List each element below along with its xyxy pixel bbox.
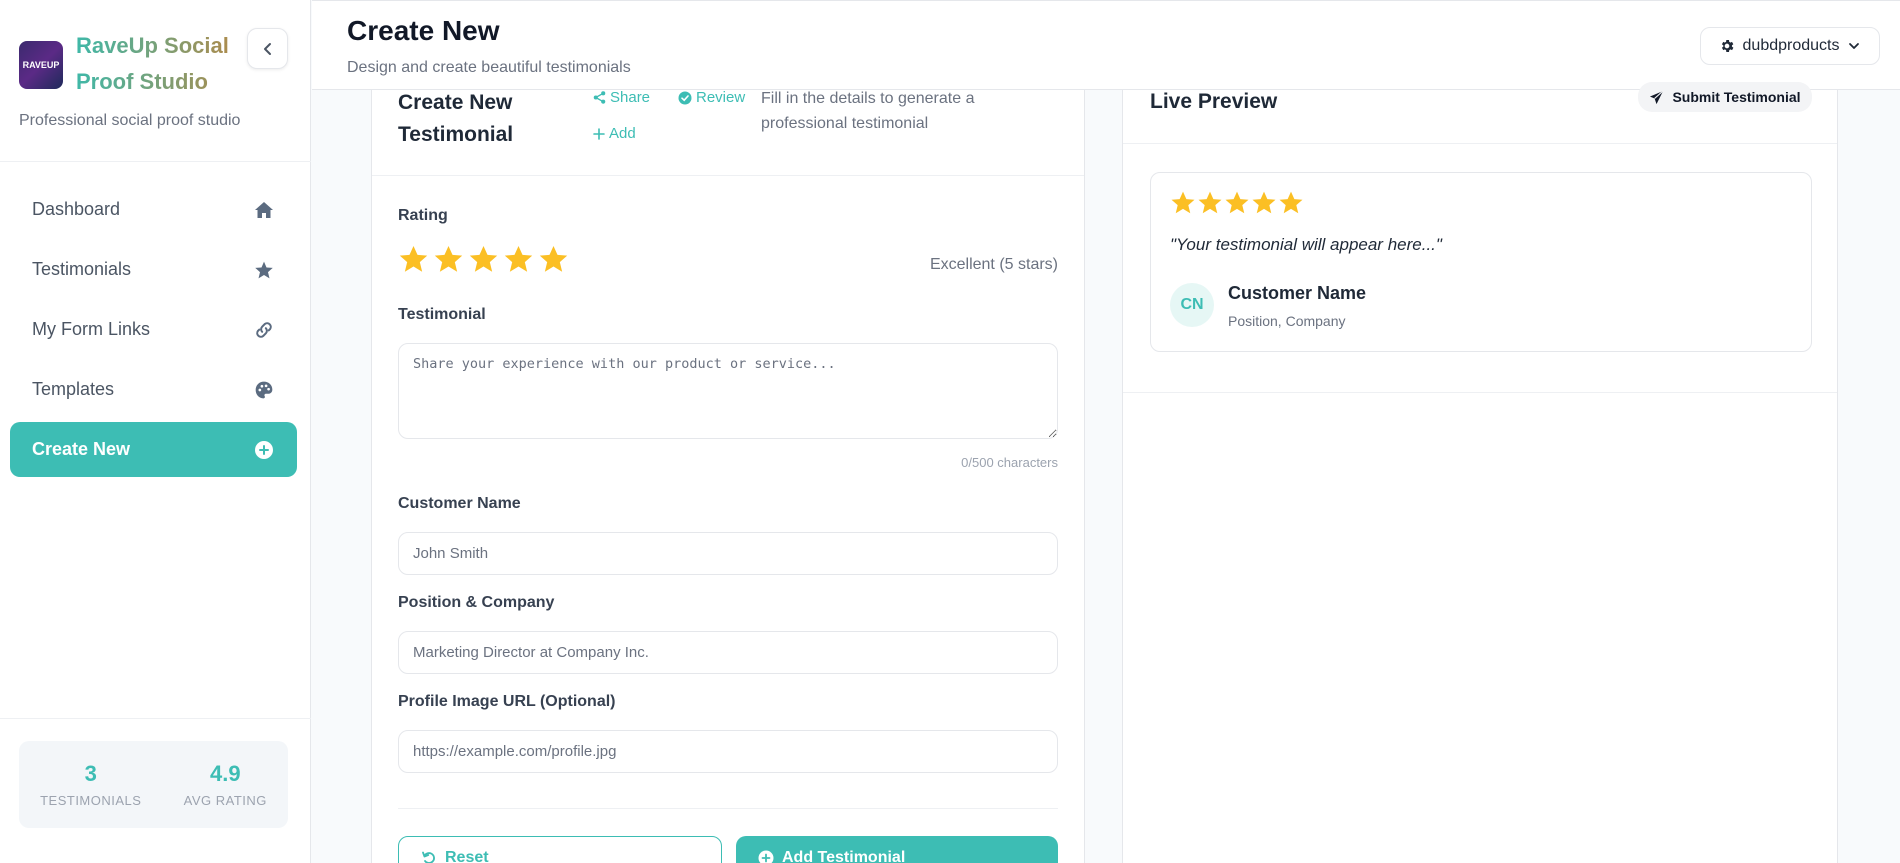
sidebar-item-label: Testimonials bbox=[32, 259, 132, 279]
stat-avg-rating: 4.9 AVG RATING bbox=[184, 761, 267, 808]
star-icon[interactable] bbox=[503, 244, 534, 275]
preview-quote: "Your testimonial will appear here..." bbox=[1170, 235, 1442, 254]
star-icon[interactable] bbox=[468, 244, 499, 275]
customer-name-input[interactable] bbox=[398, 532, 1058, 575]
stats-panel: 3 TESTIMONIALS 4.9 AVG RATING bbox=[19, 741, 288, 828]
star-icon bbox=[1225, 191, 1249, 214]
plus-circle-icon bbox=[253, 439, 275, 461]
add-testimonial-button[interactable]: Add Testimonial bbox=[736, 836, 1058, 863]
plus-icon bbox=[593, 127, 605, 140]
star-icon[interactable] bbox=[398, 244, 429, 275]
sidebar-item-my-form-links[interactable]: My Form Links bbox=[10, 302, 297, 357]
position-label: Position & Company bbox=[398, 594, 555, 611]
sidebar-item-dashboard[interactable]: Dashboard bbox=[10, 182, 297, 237]
review-link[interactable]: Review bbox=[678, 89, 745, 106]
star-icon bbox=[253, 259, 275, 281]
form-description: Fill in the details to generate a profes… bbox=[761, 90, 975, 132]
divider bbox=[0, 718, 311, 719]
page-subtitle: Design and create beautiful testimonials bbox=[347, 59, 631, 76]
stat-label: TESTIMONIALS bbox=[40, 793, 142, 808]
sidebar: RAVEUP RaveUp Social Proof Studio Profes… bbox=[0, 0, 311, 863]
testimonial-label: Testimonial bbox=[398, 306, 486, 323]
submit-testimonial-label: Submit Testimonial bbox=[1672, 89, 1801, 105]
add-label: Add bbox=[609, 125, 636, 142]
brand-tagline: Professional social proof studio bbox=[19, 112, 241, 129]
add-link[interactable]: Add bbox=[593, 125, 636, 142]
rating-label: Rating bbox=[398, 207, 448, 224]
divider bbox=[1123, 392, 1837, 393]
position-input[interactable] bbox=[398, 631, 1058, 674]
profile-image-input[interactable] bbox=[398, 730, 1058, 773]
add-testimonial-label: Add Testimonial bbox=[782, 849, 906, 863]
testimonial-preview: "Your testimonial will appear here..." C… bbox=[1150, 172, 1812, 352]
submit-testimonial-button[interactable]: Submit Testimonial bbox=[1638, 82, 1812, 112]
link-icon bbox=[253, 319, 275, 341]
page-header: Create New Design and create beautiful t… bbox=[312, 0, 1900, 90]
brand-name: RaveUp Social Proof Studio bbox=[76, 28, 236, 100]
sidebar-item-testimonials[interactable]: Testimonials bbox=[10, 242, 297, 297]
preview-header: Live Preview Submit Testimonial bbox=[1123, 82, 1837, 144]
char-count: 0/500 characters bbox=[961, 455, 1058, 470]
palette-icon bbox=[253, 379, 275, 401]
sidebar-item-label: Create New bbox=[32, 439, 131, 459]
paper-plane-icon bbox=[1650, 90, 1664, 104]
preview-customer-name: Customer Name bbox=[1228, 283, 1367, 303]
star-icon bbox=[1198, 191, 1222, 214]
share-icon bbox=[593, 91, 606, 104]
reset-button[interactable]: Reset bbox=[398, 836, 722, 863]
sidebar-item-label: My Form Links bbox=[32, 319, 151, 339]
stat-label: AVG RATING bbox=[183, 793, 267, 808]
star-icon[interactable] bbox=[538, 244, 569, 275]
share-label: Share bbox=[610, 89, 651, 106]
sidebar-item-label: Templates bbox=[32, 379, 115, 399]
form-card-header: Create New Testimonial Share Review Add … bbox=[372, 89, 1084, 176]
home-icon bbox=[253, 199, 275, 221]
chevron-left-icon bbox=[263, 42, 271, 55]
brand[interactable]: RAVEUP RaveUp Social Proof Studio bbox=[19, 28, 236, 100]
check-circle-icon bbox=[678, 91, 692, 104]
user-name: dubdproducts bbox=[1742, 37, 1840, 54]
live-preview-card: Live Preview Submit Testimonial "Your te… bbox=[1122, 82, 1838, 863]
sidebar-nav: Dashboard Testimonials My Form Links Tem… bbox=[10, 182, 297, 482]
star-icon bbox=[1171, 191, 1195, 214]
preview-customer-position: Position, Company bbox=[1228, 313, 1346, 329]
sidebar-item-templates[interactable]: Templates bbox=[10, 362, 297, 417]
page-title: Create New bbox=[347, 15, 500, 46]
preview-rating-stars bbox=[1170, 190, 1304, 216]
review-label: Review bbox=[696, 89, 746, 106]
chevron-down-icon bbox=[1849, 43, 1860, 49]
divider bbox=[0, 161, 311, 162]
app-logo: RAVEUP bbox=[19, 41, 63, 89]
gear-icon bbox=[1721, 40, 1733, 52]
rating-stars[interactable] bbox=[398, 244, 569, 275]
star-icon bbox=[1279, 191, 1303, 214]
stat-testimonials: 3 TESTIMONIALS bbox=[40, 761, 141, 808]
reset-label: Reset bbox=[445, 849, 489, 863]
user-menu-button[interactable]: dubdproducts bbox=[1700, 27, 1880, 65]
form-title: Create New Testimonial bbox=[398, 91, 514, 146]
undo-icon bbox=[422, 851, 435, 863]
collapse-sidebar-button[interactable] bbox=[247, 28, 288, 69]
share-link[interactable]: Share bbox=[593, 89, 650, 106]
customer-name-label: Customer Name bbox=[398, 495, 521, 512]
avatar: CN bbox=[1170, 283, 1214, 327]
preview-title: Live Preview bbox=[1150, 90, 1278, 113]
star-icon[interactable] bbox=[433, 244, 464, 275]
divider bbox=[398, 808, 1058, 809]
star-icon bbox=[1252, 191, 1276, 214]
profile-image-label: Profile Image URL (Optional) bbox=[398, 693, 616, 710]
sidebar-item-create-new[interactable]: Create New bbox=[10, 422, 297, 477]
stat-value: 3 bbox=[84, 761, 97, 786]
plus-circle-icon bbox=[758, 850, 774, 863]
testimonial-form-card: Create New Testimonial Share Review Add … bbox=[371, 89, 1085, 863]
stat-value: 4.9 bbox=[209, 761, 241, 786]
sidebar-item-label: Dashboard bbox=[32, 199, 121, 219]
rating-text: Excellent (5 stars) bbox=[929, 256, 1058, 273]
testimonial-textarea[interactable] bbox=[398, 343, 1058, 439]
